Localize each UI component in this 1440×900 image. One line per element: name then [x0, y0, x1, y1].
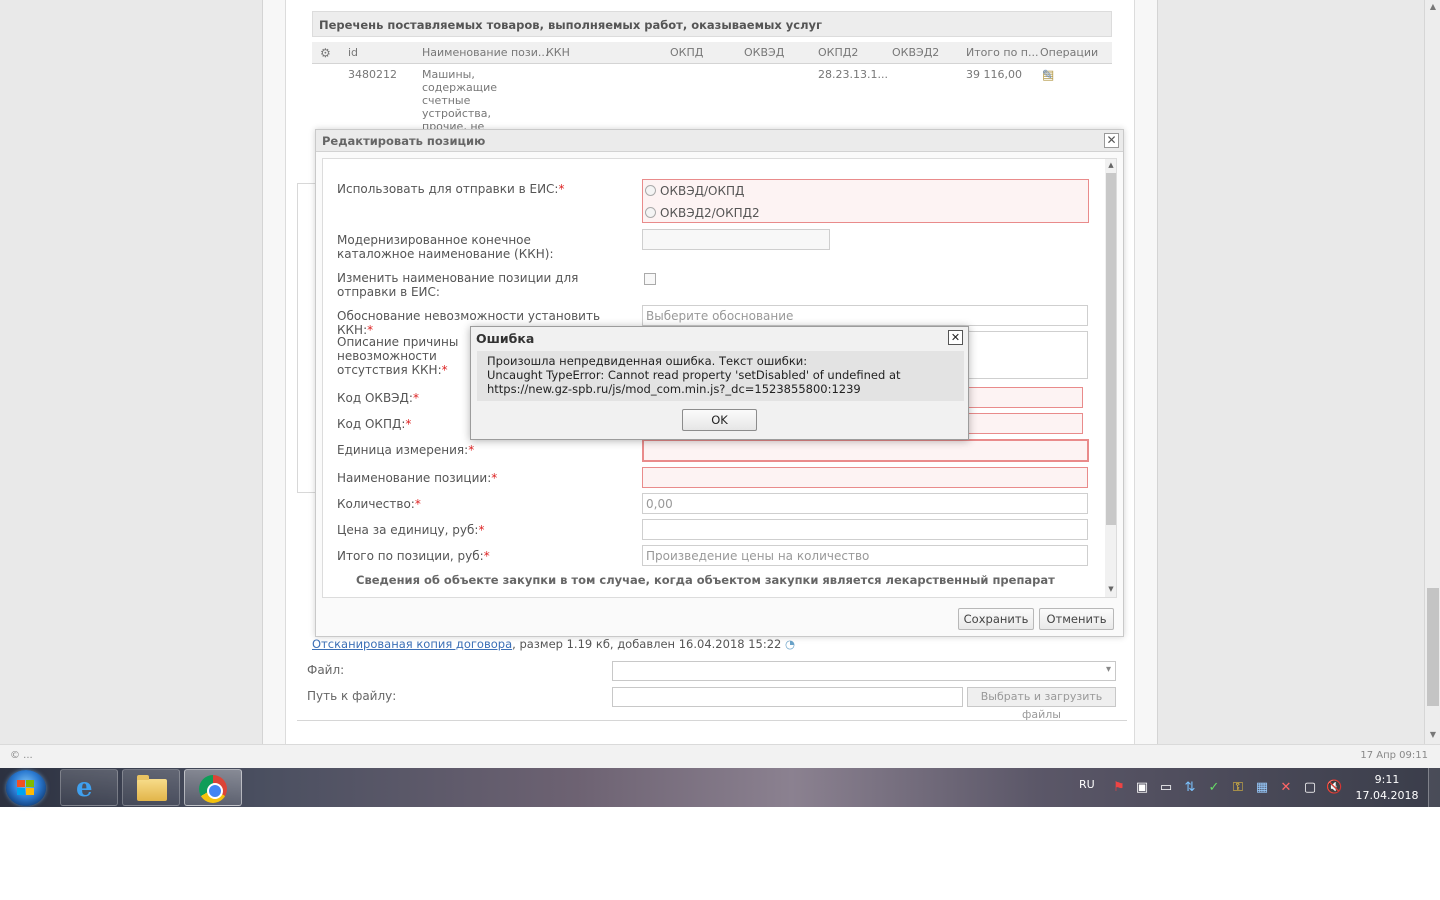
- unit-price-label: Цена за единицу, руб:*: [337, 523, 485, 537]
- system-clock[interactable]: 9:11 17.04.2018: [1352, 772, 1422, 804]
- drug-section-caption: Сведения об объекте закупки в том случае…: [356, 573, 1055, 587]
- scroll-up-icon[interactable]: ▲: [1105, 161, 1116, 169]
- edit-form-scrollbar[interactable]: ▲ ▼: [1105, 159, 1116, 597]
- chrome-icon: [199, 775, 227, 803]
- quantity-label: Количество:*: [337, 497, 421, 511]
- tray-monitor-icon[interactable]: ▦: [1254, 780, 1270, 796]
- unit-select[interactable]: [642, 439, 1089, 462]
- edit-form-scroll-thumb[interactable]: [1106, 173, 1116, 525]
- save-button[interactable]: Сохранить: [958, 608, 1034, 630]
- error-message-line: Uncaught TypeError: Cannot read property…: [487, 368, 901, 382]
- error-message: Произошла непредвиденная ошибка. Текст о…: [477, 351, 964, 401]
- tray-display-icon[interactable]: ▢: [1302, 780, 1318, 796]
- taskbar-internet-explorer[interactable]: e: [60, 769, 118, 806]
- tray-warning-icon[interactable]: ✕: [1278, 780, 1294, 796]
- footer-timestamp: 17 Апр 09:11: [1360, 750, 1428, 761]
- error-dialog-title: Ошибка: [476, 331, 535, 346]
- flag-error-icon[interactable]: ⚑: [1111, 780, 1127, 796]
- page-footer: © ... 17 Апр 09:11: [0, 744, 1440, 768]
- tray-check-icon[interactable]: ✓: [1206, 780, 1222, 796]
- change-name-checkbox[interactable]: [644, 273, 656, 285]
- footer-copyright: © ...: [10, 750, 33, 761]
- radio-circle-icon[interactable]: [645, 185, 656, 196]
- cancel-button[interactable]: Отменить: [1039, 608, 1114, 630]
- change-name-label: Изменить наименование позиции для отправ…: [337, 271, 579, 299]
- volume-muted-icon[interactable]: 🔇: [1326, 780, 1342, 796]
- error-dialog-titlebar[interactable]: Ошибка ✕: [471, 327, 968, 349]
- taskbar-google-chrome[interactable]: [184, 769, 242, 806]
- show-desktop-button[interactable]: [1428, 768, 1440, 807]
- error-message-line: Произошла непредвиденная ошибка. Текст о…: [487, 354, 808, 368]
- eis-classifier-radio-group: ОКВЭД/ОКПД ОКВЭД2/ОКПД2: [642, 179, 1089, 223]
- radio-okved-okpd[interactable]: ОКВЭД/ОКПД: [645, 184, 744, 198]
- internet-explorer-icon: e: [76, 773, 93, 803]
- radio-okved2-okpd2[interactable]: ОКВЭД2/ОКПД2: [645, 206, 760, 220]
- clock-date: 17.04.2018: [1355, 789, 1419, 802]
- position-total-label: Итого по позиции, руб:*: [337, 549, 490, 563]
- error-message-line: https://new.gz-spb.ru/js/mod_com.min.js?…: [487, 382, 861, 396]
- position-name-label: Наименование позиции:*: [337, 471, 498, 485]
- tray-card-icon[interactable]: ▭: [1158, 780, 1174, 796]
- scroll-down-icon[interactable]: ▼: [1105, 585, 1116, 593]
- tray-app-icon[interactable]: ▣: [1134, 780, 1150, 796]
- quantity-input[interactable]: 0,00: [642, 493, 1088, 514]
- kkn-input[interactable]: [642, 229, 830, 250]
- language-indicator[interactable]: RU: [1079, 778, 1095, 791]
- kkn-label: Модернизированное конечное каталожное на…: [337, 233, 554, 261]
- clock-time: 9:11: [1374, 773, 1400, 786]
- browser-viewport: Перечень поставляемых товаров, выполняем…: [0, 0, 1440, 768]
- unit-price-input[interactable]: [642, 519, 1088, 540]
- close-icon[interactable]: ✕: [948, 330, 963, 345]
- error-dialog: Ошибка ✕ Произошла непредвиденная ошибка…: [470, 326, 969, 440]
- edit-window-titlebar[interactable]: Редактировать позицию ✕: [316, 130, 1123, 152]
- radio-circle-icon[interactable]: [645, 207, 656, 218]
- tray-network-icon[interactable]: ⇅: [1182, 780, 1198, 796]
- position-total-input[interactable]: Произведение цены на количество: [642, 545, 1088, 566]
- use-for-eis-label: Использовать для отправки в ЕИС:*: [337, 182, 565, 196]
- windows-logo-icon: [17, 780, 35, 796]
- taskbar-windows-explorer[interactable]: [122, 769, 180, 806]
- start-button[interactable]: [6, 770, 46, 806]
- taskbar: e RU ⚑ ▣ ▭ ⇅ ✓ ⚿ ▦ ✕ ▢ 🔇 9:11 17.04.2018: [0, 768, 1440, 807]
- edit-window-title: Редактировать позицию: [322, 134, 486, 148]
- unit-label: Единица измерения:*: [337, 443, 475, 457]
- tray-key-icon[interactable]: ⚿: [1230, 780, 1246, 796]
- kkn-reason-select[interactable]: Выберите обоснование: [642, 305, 1088, 326]
- folder-icon: [137, 775, 167, 801]
- ok-button[interactable]: OK: [682, 409, 757, 431]
- position-name-input[interactable]: [642, 467, 1088, 488]
- close-icon[interactable]: ✕: [1104, 133, 1119, 148]
